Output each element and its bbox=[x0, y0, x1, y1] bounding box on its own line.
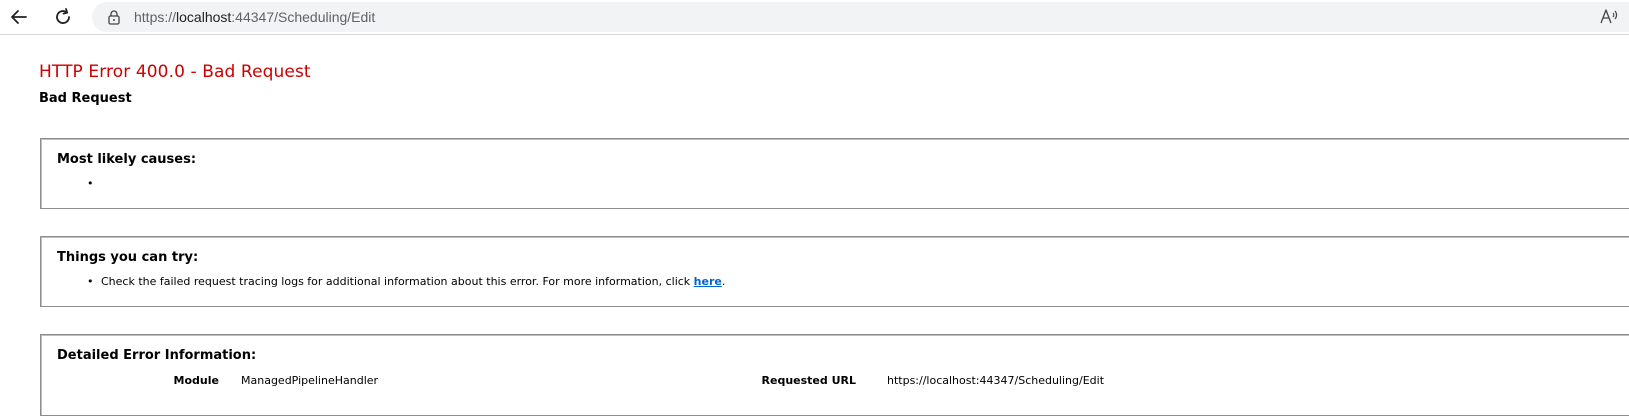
requested-url-value: https://localhost:44347/Scheduling/Edit bbox=[887, 374, 1105, 387]
try-item-text: Check the failed request tracing logs fo… bbox=[101, 275, 694, 288]
url-host: localhost bbox=[176, 9, 232, 25]
reload-icon bbox=[56, 8, 70, 24]
address-bar[interactable]: https://localhost:44347/Scheduling/Edit … bbox=[92, 2, 1629, 32]
try-item-suffix: . bbox=[721, 275, 726, 288]
read-aloud-icon bbox=[1600, 9, 1618, 24]
read-aloud-button[interactable]: A bbox=[1599, 6, 1621, 28]
try-heading: Things you can try: bbox=[57, 250, 199, 265]
lock-icon[interactable] bbox=[106, 8, 122, 26]
browser-toolbar: https://localhost:44347/Scheduling/Edit … bbox=[0, 0, 1629, 35]
details-panel: Detailed Error Information: Module Manag… bbox=[40, 334, 1629, 416]
module-label: Module bbox=[173, 374, 219, 387]
error-title: HTTP Error 400.0 - Bad Request bbox=[39, 62, 311, 82]
arrow-left-icon bbox=[11, 10, 27, 24]
list-item: Check the failed request tracing logs fo… bbox=[87, 275, 726, 289]
causes-heading: Most likely causes: bbox=[57, 152, 197, 167]
url-path: :44347/Scheduling/Edit bbox=[231, 9, 376, 25]
url-text[interactable]: https://localhost:44347/Scheduling/Edit bbox=[134, 9, 375, 25]
module-value: ManagedPipelineHandler bbox=[241, 374, 379, 387]
here-link[interactable]: here bbox=[694, 275, 722, 288]
details-heading: Detailed Error Information: bbox=[57, 348, 257, 363]
url-scheme: https:// bbox=[134, 9, 177, 25]
error-subtitle: Bad Request bbox=[39, 91, 132, 106]
requested-url-label: Requested URL bbox=[761, 374, 856, 387]
try-panel: Things you can try: Check the failed req… bbox=[40, 236, 1629, 307]
back-button[interactable] bbox=[4, 3, 34, 31]
reload-button[interactable] bbox=[48, 3, 78, 31]
causes-panel: Most likely causes: bbox=[40, 138, 1629, 209]
try-list: Check the failed request tracing logs fo… bbox=[87, 275, 726, 289]
